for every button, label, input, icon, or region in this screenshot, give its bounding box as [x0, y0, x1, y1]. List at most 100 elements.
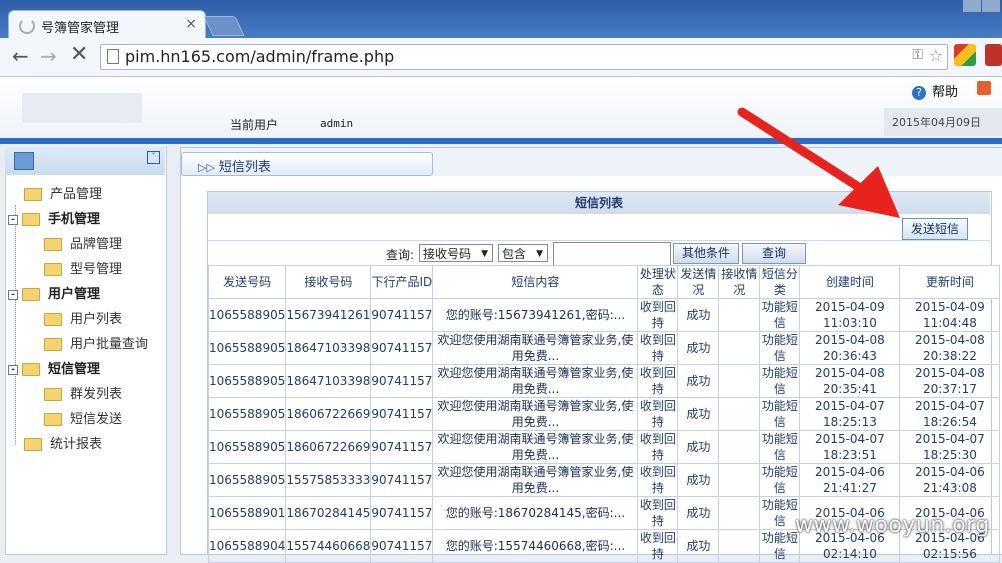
sidebar-item-user-list[interactable]: 用户列表: [44, 309, 122, 331]
column-header: 短信分类: [759, 265, 801, 299]
table-cell: 欢迎您使用湖南联通号簿管家业务,使用免费...: [432, 463, 639, 497]
table-cell: 2015-04-07 18:25:30: [899, 430, 1001, 464]
table-cell: 成功: [677, 397, 720, 431]
table-cell: 功能短信: [759, 331, 801, 365]
back-arrow-icon[interactable]: ←: [12, 44, 29, 68]
table-cell: 90741157: [370, 364, 434, 398]
table-cell: 18647103398: [285, 364, 372, 398]
query-match-select[interactable]: 包含 ▼: [498, 244, 548, 262]
maximize-icon[interactable]: [982, 0, 1000, 12]
table-cell: 1065588901: [207, 496, 287, 530]
window-controls[interactable]: [962, 0, 1002, 14]
exit-icon[interactable]: [977, 81, 991, 95]
stop-loading-icon[interactable]: ✕: [70, 42, 88, 67]
help-label: 帮助: [932, 85, 959, 100]
collapse-sidebar-icon[interactable]: ˅: [147, 151, 160, 164]
minimize-icon[interactable]: [963, 0, 981, 12]
table-cell: 18647103398: [285, 331, 372, 365]
send-sms-button[interactable]: 发送短信: [902, 218, 968, 240]
menu-icon[interactable]: [985, 44, 1002, 66]
column-header: 接收情况: [718, 265, 761, 299]
table-cell: 成功: [677, 298, 720, 332]
collapse-node-icon[interactable]: -: [8, 364, 18, 375]
folder-icon: [24, 188, 42, 201]
sidebar-item-bulk-list[interactable]: 群发列表: [44, 384, 122, 406]
table-cell: 收到回持: [637, 298, 679, 332]
sidebar-item-brand[interactable]: 品牌管理: [44, 234, 122, 256]
table-cell: 1065588905: [207, 397, 287, 431]
table-cell: 成功: [677, 331, 720, 365]
table-cell: [718, 430, 761, 464]
bookmark-star-icon[interactable]: ☆: [929, 46, 943, 65]
table-cell: 2015-04-07 18:23:51: [799, 430, 901, 464]
column-header: 创建时间: [799, 265, 901, 299]
folder-icon: [44, 263, 62, 276]
collapse-node-icon[interactable]: -: [8, 289, 18, 300]
column-header: 短信内容: [432, 265, 639, 299]
help-link[interactable]: ? 帮助: [912, 81, 958, 100]
sidebar-item-label: 短信管理: [48, 362, 101, 377]
sidebar-item-user-batch-query[interactable]: 用户批量查询: [44, 334, 148, 356]
table-row[interactable]: 1065588905 18647103398 90741157 欢迎您使用湖南联通号簿…: [207, 331, 1001, 365]
sidebar-item-label: 品牌管理: [70, 237, 123, 252]
column-header: 处理状态: [637, 265, 679, 299]
table-cell: 2015-04-06 21:43:08: [899, 463, 1001, 497]
table-cell: 2015-04-09 11:04:48: [899, 298, 1001, 332]
table-cell: 欢迎您使用湖南联通号簿管家业务,使用免费...: [432, 364, 639, 398]
table-cell: 成功: [677, 364, 720, 398]
logo: [22, 93, 142, 123]
sidebar-item-users[interactable]: - 用户管理: [8, 284, 100, 306]
table-cell: 成功: [677, 529, 720, 563]
key-icon[interactable]: ⚿: [912, 47, 923, 63]
table-cell: 18606722669: [285, 430, 372, 464]
sidebar-item-product[interactable]: 产品管理: [24, 184, 102, 206]
table-cell: 功能短信: [759, 529, 801, 563]
watermark: www.wooyun.org: [795, 513, 990, 538]
sidebar-item-phone[interactable]: - 手机管理: [8, 209, 100, 231]
close-tab-icon[interactable]: ×: [185, 16, 197, 32]
breadcrumb-text: ▷▷ 短信列表: [198, 156, 271, 175]
query-match-value: 包含: [502, 247, 527, 261]
other-conditions-button[interactable]: 其他条件: [673, 243, 739, 264]
sidebar-item-reports[interactable]: 统计报表: [24, 434, 102, 456]
table-cell: 90741157: [370, 331, 434, 365]
table-row[interactable]: 1065588905 18606722669 90741157 欢迎您使用湖南联通号簿…: [207, 430, 1001, 464]
dropdown-arrow-icon: ▼: [481, 249, 488, 259]
table-cell: 成功: [677, 463, 720, 497]
table-cell: [718, 364, 761, 398]
sidebar-item-model[interactable]: 型号管理: [44, 259, 122, 281]
tree-line: [15, 205, 16, 445]
header-divider: [0, 138, 1002, 144]
table-row[interactable]: 1065588905 15673941261 90741157 您的账号:156739…: [207, 298, 1001, 332]
table-cell: 收到回持: [637, 331, 679, 365]
sidebar-item-sms-send[interactable]: 短信发送: [44, 409, 122, 431]
table-row[interactable]: 1065588905 15575853333 90741157 欢迎您使用湖南联通号簿…: [207, 463, 1001, 497]
table-cell: 15673941261: [285, 298, 372, 332]
query-field-value: 接收号码: [423, 247, 472, 261]
table-cell: 功能短信: [759, 364, 801, 398]
folder-icon: [44, 238, 62, 251]
collapse-node-icon[interactable]: -: [8, 214, 18, 225]
sidebar-item-sms[interactable]: - 短信管理: [8, 359, 100, 381]
sidebar-item-label: 用户管理: [48, 287, 101, 302]
forward-arrow-icon[interactable]: →: [40, 44, 57, 68]
table-cell: [718, 331, 761, 365]
table-row[interactable]: 1065588905 18647103398 90741157 欢迎您使用湖南联通号簿…: [207, 364, 1001, 398]
folder-icon: [44, 338, 62, 351]
sidebar-item-label: 用户批量查询: [70, 337, 149, 352]
table-cell: 收到回持: [637, 397, 679, 431]
tab-title: 号簿管家管理: [41, 21, 120, 36]
search-button[interactable]: 查询: [742, 243, 806, 264]
table-cell: 收到回持: [637, 463, 679, 497]
query-field-select[interactable]: 接收号码 ▼: [419, 244, 493, 262]
extension-icon[interactable]: [954, 44, 976, 66]
address-bar[interactable]: pim.hn165.com/admin/frame.php ⚿ ☆: [100, 44, 948, 70]
browser-tab[interactable]: 号簿管家管理 ×: [8, 10, 206, 39]
url-text[interactable]: pim.hn165.com/admin/frame.php: [125, 47, 394, 66]
sidebar-item-label: 统计报表: [50, 437, 103, 452]
table-header-row: 发送号码 接收号码 下行产品ID 短信内容 处理状态 发送情况 接收情况 短信分类 创建时间 更新…: [207, 265, 1001, 299]
table-cell: 1065588905: [207, 331, 287, 365]
table-cell: 2015-04-08 20:35:41: [799, 364, 901, 398]
table-row[interactable]: 1065588905 18606722669 90741157 欢迎您使用湖南联通号簿…: [207, 397, 1001, 431]
query-input[interactable]: [553, 242, 671, 266]
